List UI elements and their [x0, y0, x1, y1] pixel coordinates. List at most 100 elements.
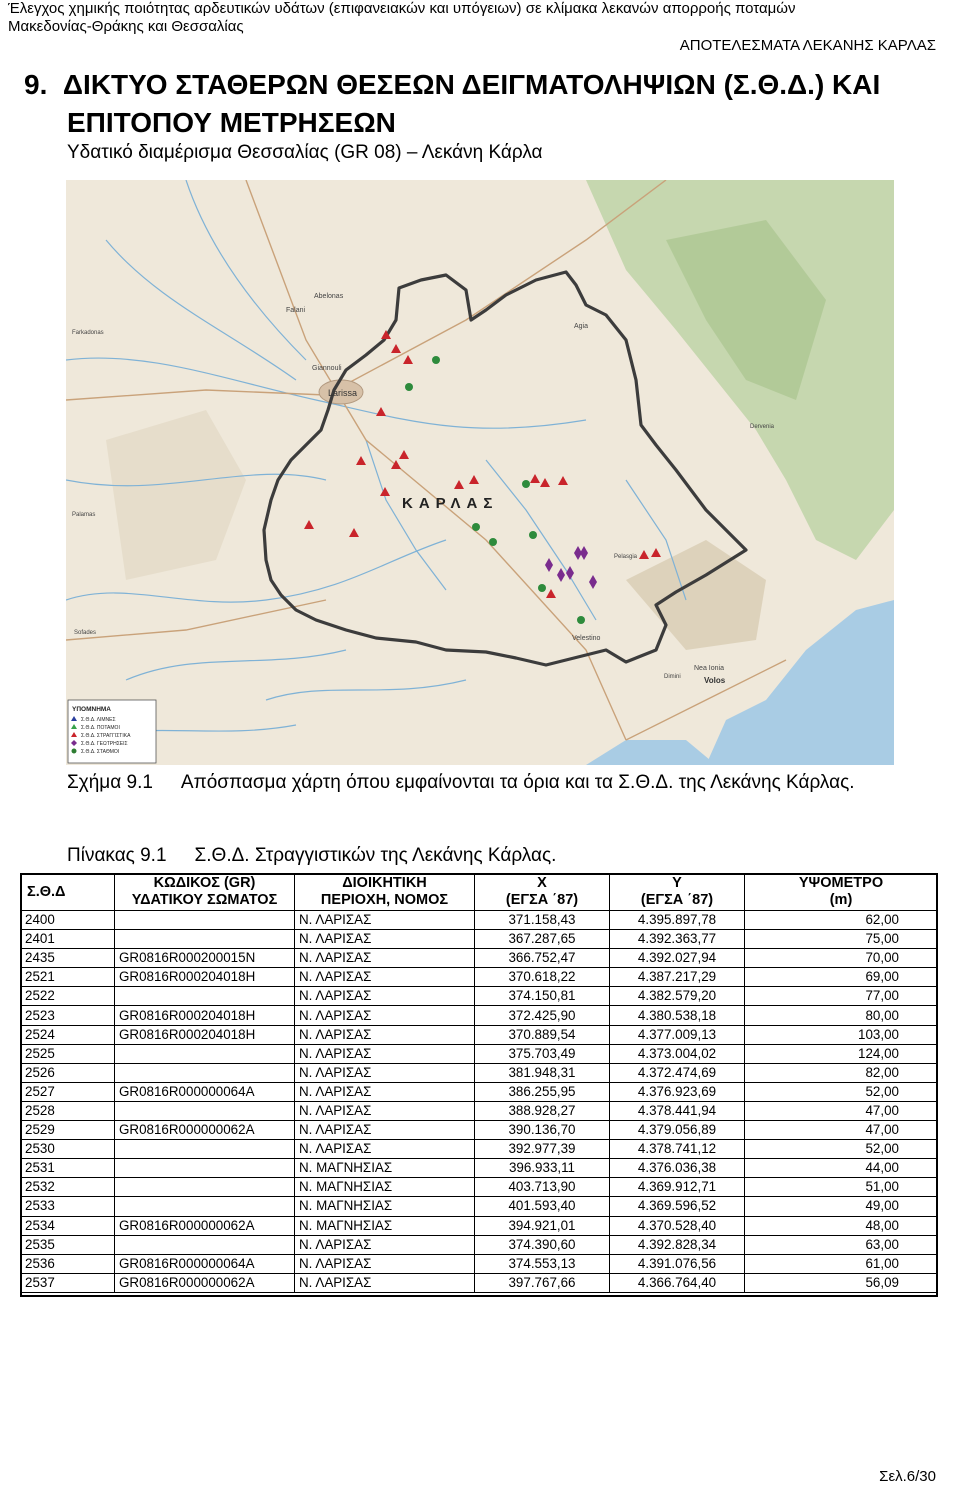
- cell-std: 2400: [21, 910, 115, 931]
- header-x: X (ΕΓΣΑ ΄87): [474, 874, 610, 911]
- cell-std: 2532: [21, 1177, 115, 1198]
- cell-admin: Ν. ΛΑΡΙΣΑΣ: [294, 967, 475, 988]
- header-line-2: Μακεδονίας-Θράκης και Θεσσαλίας: [8, 18, 244, 35]
- section-title: 9. ΔΙΚΤΥΟ ΣΤΑΘΕΡΩΝ ΘΕΣΕΩΝ ΔΕΙΓΜΑΤΟΛΗΨΙΩΝ…: [24, 66, 880, 142]
- cell-std: 2401: [21, 929, 115, 950]
- table-row: 2537 GR0816R000000062A Ν. ΛΑΡΙΣΑΣ 397.767,6…: [21, 1273, 937, 1293]
- cell-admin: Ν. ΛΑΡΙΣΑΣ: [294, 1235, 475, 1255]
- cell-admin: Ν. ΛΑΡΙΣΑΣ: [294, 986, 475, 1007]
- table-row: 2527 GR0816R000000064A Ν. ΛΑΡΙΣΑΣ 386.255,9…: [21, 1082, 937, 1102]
- cell-x: 388.928,27: [474, 1101, 610, 1122]
- header-y: Y (ΕΓΣΑ ΄87): [609, 874, 745, 911]
- cell-altitude: 62,00: [744, 910, 937, 931]
- header-altitude-line2: (m): [829, 892, 853, 908]
- cell-x: 396.933,11: [474, 1158, 610, 1179]
- table-row: 2401 Ν. ΛΑΡΙΣΑΣ 367.287,65 4.392.363,77 75,0…: [21, 929, 937, 950]
- table-row: 2521 GR0816R000204018H Ν. ΛΑΡΙΣΑΣ 370.618,2…: [21, 967, 937, 988]
- table-row: 2528 Ν. ΛΑΡΙΣΑΣ 388.928,27 4.378.441,94 47,0…: [21, 1101, 937, 1122]
- cell-code: [114, 910, 295, 931]
- header-admin-line2: ΠΕΡΙΟΧΗ, ΝΟΜΟΣ: [320, 892, 449, 908]
- cell-altitude: 80,00: [744, 1005, 937, 1026]
- cell-std: 2521: [21, 967, 115, 988]
- cell-std: 2530: [21, 1139, 115, 1160]
- cell-admin: Ν. ΛΑΡΙΣΑΣ: [294, 1005, 475, 1026]
- cell-admin: Ν. ΜΑΓΝΗΣΙΑΣ: [294, 1196, 475, 1217]
- header-section-label: ΑΠΟΤΕΛΕΣΜΑΤΑ ΛΕΚΑΝΗΣ ΚΑΡΛΑΣ: [679, 37, 936, 54]
- cell-std: 2526: [21, 1063, 115, 1083]
- cell-y: 4.378.441,94: [609, 1101, 745, 1122]
- cell-y: 4.395.897,78: [609, 910, 745, 931]
- cell-code: [114, 986, 295, 1007]
- cell-std: 2528: [21, 1101, 115, 1122]
- section-title-line-2: ΕΠΙΤΟΠΟΥ ΜΕΤΡΗΣΕΩΝ: [67, 107, 396, 138]
- cell-y: 4.369.596,52: [609, 1196, 745, 1217]
- cell-std: 2523: [21, 1005, 115, 1026]
- cell-x: 370.618,22: [474, 967, 610, 988]
- section-subtitle: Υδατικό διαμέρισμα Θεσσαλίας (GR 08) – Λ…: [67, 142, 543, 163]
- header-code-line1: ΚΩΔΙΚΟΣ (GR): [153, 875, 256, 891]
- cell-x: 370.889,54: [474, 1025, 610, 1045]
- cell-y: 4.392.828,34: [609, 1235, 745, 1255]
- cell-y: 4.378.741,12: [609, 1139, 745, 1160]
- place-velestino: Velestino: [572, 635, 601, 642]
- cell-x: 401.593,40: [474, 1196, 610, 1217]
- cell-x: 375.703,49: [474, 1044, 610, 1064]
- cell-std: 2533: [21, 1196, 115, 1217]
- cell-x: 367.287,65: [474, 929, 610, 950]
- table-header-row: Σ.Θ.Δ ΚΩΔΙΚΟΣ (GR) ΥΔΑΤΙΚΟΥ ΣΩΜΑΤΟΣ ΔΙΟΙΚ…: [21, 874, 937, 911]
- place-volos: Volos: [704, 676, 726, 685]
- cell-altitude: 61,00: [744, 1254, 937, 1274]
- cell-std: 2536: [21, 1254, 115, 1274]
- place-giannouli: Giannouli: [312, 365, 342, 372]
- cell-y: 4.382.579,20: [609, 986, 745, 1007]
- table-row: 2533 Ν. ΜΑΓΝΗΣΙΑΣ 401.593,40 4.369.596,52 49…: [21, 1196, 937, 1217]
- place-abelonas: Abelonas: [314, 293, 344, 300]
- header-x-line2: (ΕΓΣΑ ΄87): [505, 892, 579, 908]
- header-std-text: Σ.Θ.Δ: [27, 883, 66, 900]
- table-caption-label: Πίνακας 9.1: [67, 845, 167, 866]
- cell-code: [114, 1196, 295, 1217]
- section-title-line-1: ΔΙΚΤΥΟ ΣΤΑΘΕΡΩΝ ΘΕΣΕΩΝ ΔΕΙΓΜΑΤΟΛΗΨΙΩΝ (Σ…: [62, 69, 881, 100]
- place-palamas: Palamas: [72, 512, 95, 518]
- cell-altitude: 56,09: [744, 1273, 937, 1293]
- cell-std: 2522: [21, 986, 115, 1007]
- place-larissa: Larissa: [328, 388, 357, 398]
- cell-code: [114, 1063, 295, 1083]
- cell-y: 4.373.004,02: [609, 1044, 745, 1064]
- table-row: 2523 GR0816R000204018H Ν. ΛΑΡΙΣΑΣ 372.425,9…: [21, 1005, 937, 1026]
- header-line-1: Έλεγχος χημικής ποιότητας αρδευτικών υδά…: [8, 0, 796, 17]
- cell-code: GR0816R000000062A: [114, 1216, 295, 1236]
- cell-y: 4.387.217,29: [609, 967, 745, 988]
- cell-y: 4.380.538,18: [609, 1005, 745, 1026]
- page-number: Σελ.6/30: [879, 1468, 936, 1485]
- cell-admin: Ν. ΜΑΓΝΗΣΙΑΣ: [294, 1158, 475, 1179]
- cell-code: [114, 929, 295, 950]
- cell-x: 394.921,01: [474, 1216, 610, 1236]
- cell-x: 386.255,95: [474, 1082, 610, 1102]
- cell-std: 2435: [21, 948, 115, 969]
- cell-y: 4.392.027,94: [609, 948, 745, 969]
- cell-x: 374.390,60: [474, 1235, 610, 1255]
- table-caption: Πίνακας 9.1 Σ.Θ.Δ. Στραγγιστικών της Λεκά…: [67, 845, 556, 867]
- cell-std: 2537: [21, 1273, 115, 1293]
- header-y-line2: (ΕΓΣΑ ΄87): [640, 892, 714, 908]
- cell-admin: Ν. ΛΑΡΙΣΑΣ: [294, 1044, 475, 1064]
- cell-code: [114, 1101, 295, 1122]
- legend-title: ΥΠΟΜΝΗΜΑ: [72, 706, 111, 713]
- table-row: 2530 Ν. ΛΑΡΙΣΑΣ 392.977,39 4.378.741,12 52,0…: [21, 1139, 937, 1160]
- cell-admin: Ν. ΛΑΡΙΣΑΣ: [294, 948, 475, 969]
- header-std: Σ.Θ.Δ: [21, 874, 115, 911]
- cell-code: [114, 1139, 295, 1160]
- cell-x: 372.425,90: [474, 1005, 610, 1026]
- cell-code: [114, 1235, 295, 1255]
- cell-std: 2527: [21, 1082, 115, 1102]
- stations-table: Σ.Θ.Δ ΚΩΔΙΚΟΣ (GR) ΥΔΑΤΙΚΟΥ ΣΩΜΑΤΟΣ ΔΙΟΙΚ…: [21, 874, 937, 1293]
- table-row: 2526 Ν. ΛΑΡΙΣΑΣ 381.948,31 4.372.474,69 82,0…: [21, 1063, 937, 1083]
- place-sofades: Sofades: [74, 630, 96, 636]
- table-row: 2400 Ν. ΛΑΡΙΣΑΣ 371.158,43 4.395.897,78 62,0…: [21, 910, 937, 931]
- table-row: 2524 GR0816R000204018H Ν. ΛΑΡΙΣΑΣ 370.889,5…: [21, 1025, 937, 1045]
- header-y-line1: Y: [672, 875, 682, 891]
- cell-altitude: 124,00: [744, 1044, 937, 1064]
- cell-admin: Ν. ΛΑΡΙΣΑΣ: [294, 1101, 475, 1122]
- header-admin-line1: ΔΙΟΙΚΗΤΙΚΗ: [342, 875, 427, 891]
